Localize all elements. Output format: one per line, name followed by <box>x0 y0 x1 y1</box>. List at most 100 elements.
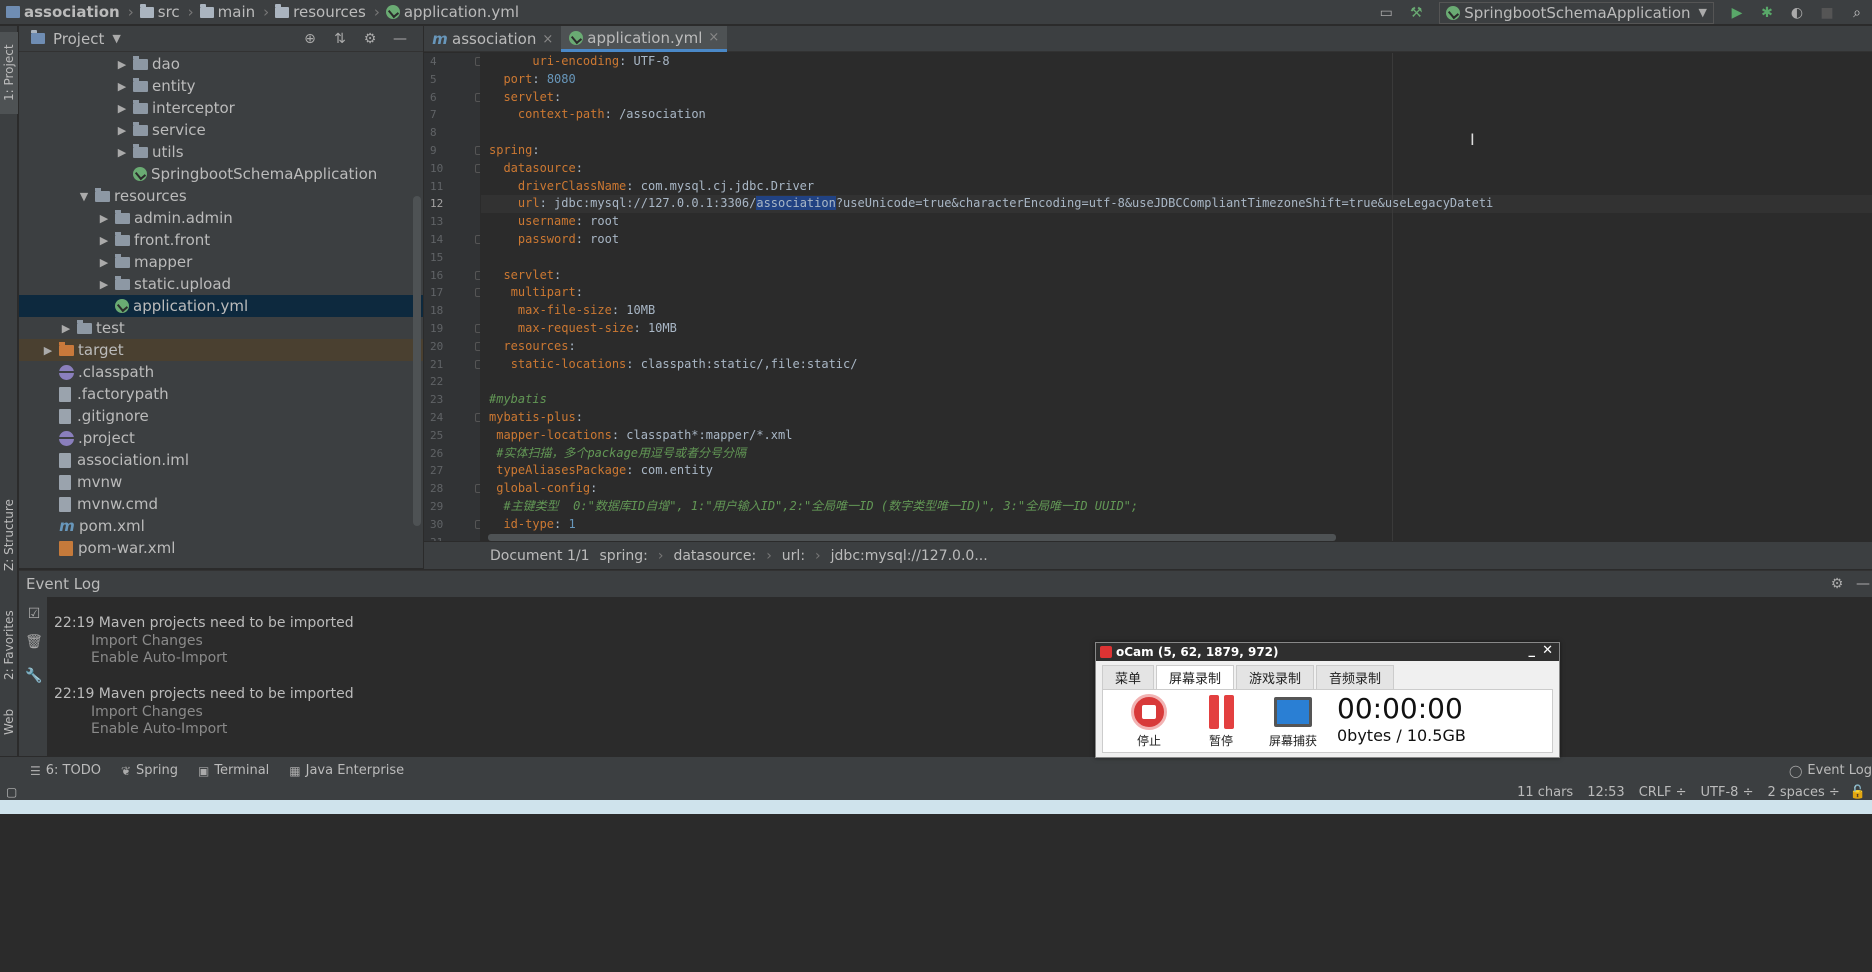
breadcrumb-url-value[interactable]: jdbc:mysql://127.0.0... <box>831 548 988 564</box>
tab-structure[interactable]: Z: Structure <box>0 494 18 576</box>
tree-item[interactable]: SpringbootSchemaApplication <box>19 163 423 185</box>
lock-icon[interactable]: 🔓 <box>1850 785 1866 800</box>
chevron-down-icon[interactable]: ▼ <box>77 190 91 203</box>
spring-tab[interactable]: ❦ Spring <box>121 763 178 778</box>
tree-item[interactable]: .classpath <box>19 361 423 383</box>
tree-item[interactable]: application.yml <box>19 295 423 317</box>
ocam-tab-audio-record[interactable]: 音频录制 <box>1316 665 1395 689</box>
tree-item[interactable]: pom-war.xml <box>19 537 423 559</box>
chevron-right-icon[interactable]: ▶ <box>115 102 129 115</box>
tab-application-yml[interactable]: application.yml × <box>561 26 728 52</box>
tab-association[interactable]: m association × <box>424 26 561 52</box>
close-icon[interactable]: × <box>542 32 553 47</box>
fold-marker-icon[interactable] <box>475 234 480 244</box>
window-icon[interactable]: ▭ <box>1374 2 1398 24</box>
status-toggle-icon[interactable]: ▢ <box>6 785 17 799</box>
indent-setting[interactable]: 2 spaces ÷ <box>1767 785 1839 800</box>
import-changes-link[interactable]: Import Changes <box>54 704 354 721</box>
mark-read-icon[interactable]: ☑ <box>22 603 46 625</box>
ocam-tab-screen-record[interactable]: 屏幕录制 <box>1156 665 1235 689</box>
tree-item[interactable]: ▶ target <box>19 339 423 361</box>
tab-favorites[interactable]: 2: Favorites <box>0 604 18 686</box>
minimize-icon[interactable]: _ <box>1529 643 1536 658</box>
wrench-icon[interactable]: 🔧 <box>22 665 46 687</box>
run-icon[interactable]: ▶ <box>1725 2 1749 24</box>
minimize-icon[interactable]: — <box>1851 573 1872 595</box>
ocam-tab-menu[interactable]: 菜单 <box>1102 665 1155 689</box>
enable-auto-import-link[interactable]: Enable Auto-Import <box>54 650 354 667</box>
tree-item[interactable]: mvnw.cmd <box>19 493 423 515</box>
tree-item[interactable]: .factorypath <box>19 383 423 405</box>
chevron-right-icon[interactable]: ▶ <box>97 234 111 247</box>
chevron-right-icon[interactable]: ▶ <box>59 322 73 335</box>
fold-marker-icon[interactable] <box>475 341 480 351</box>
terminal-tab[interactable]: ▣ Terminal <box>198 763 269 778</box>
tree-item[interactable]: ▶ interceptor <box>19 97 423 119</box>
coverage-icon[interactable]: ◐ <box>1785 2 1809 24</box>
fold-marker-icon[interactable] <box>475 270 480 280</box>
minimize-icon[interactable]: — <box>388 28 412 50</box>
tree-item[interactable]: m pom.xml <box>19 515 423 537</box>
event-log-tab[interactable]: ◯ Event Log <box>1789 763 1872 778</box>
tree-item[interactable]: ▶ admin.admin <box>19 207 423 229</box>
line-separator[interactable]: CRLF ÷ <box>1639 785 1687 800</box>
code-editor[interactable]: uri-encoding: UTF-8 port: 8080 servlet: … <box>481 53 1872 541</box>
fold-marker-icon[interactable] <box>475 519 480 529</box>
tree-item[interactable]: mvnw <box>19 471 423 493</box>
ocam-tab-game-record[interactable]: 游戏录制 <box>1236 665 1315 689</box>
breadcrumb-src[interactable]: › src <box>126 3 180 21</box>
gear-icon[interactable]: ⚙ <box>358 28 382 50</box>
close-icon[interactable]: × <box>708 30 719 45</box>
java-enterprise-tab[interactable]: ▦ Java Enterprise <box>289 763 404 778</box>
breadcrumb-url[interactable]: url: <box>782 548 805 564</box>
fold-marker-icon[interactable] <box>475 412 480 422</box>
fold-marker-icon[interactable] <box>475 359 480 369</box>
chevron-right-icon[interactable]: ▶ <box>97 212 111 225</box>
tree-item[interactable]: ▶ dao <box>19 53 423 75</box>
breadcrumb-main[interactable]: › main <box>186 3 255 21</box>
collapse-all-icon[interactable]: ⇅ <box>328 28 352 50</box>
breadcrumb-resources[interactable]: › resources <box>261 3 366 21</box>
ocam-stop-button[interactable]: 停止 <box>1119 692 1179 749</box>
close-icon[interactable]: ✕ <box>1542 643 1553 658</box>
breadcrumb-file[interactable]: › application.yml <box>372 3 519 21</box>
tab-web[interactable]: Web <box>0 702 18 742</box>
ocam-capture-button[interactable]: 屏幕捕获 <box>1263 692 1323 749</box>
enable-auto-import-link[interactable]: Enable Auto-Import <box>54 721 354 738</box>
caret-position[interactable]: 12:53 <box>1587 785 1624 800</box>
breadcrumb-spring[interactable]: spring: <box>600 548 648 564</box>
stop-icon[interactable]: ■ <box>1815 2 1839 24</box>
tab-project[interactable]: 1: Project <box>0 32 18 114</box>
chevron-right-icon[interactable]: ▶ <box>115 124 129 137</box>
run-configuration-select[interactable]: SpringbootSchemaApplication ▼ <box>1439 1 1714 24</box>
gear-icon[interactable]: ⚙ <box>1825 573 1849 595</box>
chevron-right-icon[interactable]: ▶ <box>41 344 55 357</box>
fold-marker-icon[interactable] <box>475 145 480 155</box>
import-changes-link[interactable]: Import Changes <box>54 633 354 650</box>
search-icon[interactable]: ⌕ <box>1845 2 1869 24</box>
ocam-pause-button[interactable]: 暂停 <box>1191 692 1251 749</box>
trash-icon[interactable]: 🗑 <box>22 631 46 653</box>
tree-item[interactable]: ▶ service <box>19 119 423 141</box>
todo-tab[interactable]: ☰ 6: TODO <box>30 763 101 778</box>
locate-icon[interactable]: ⊕ <box>298 28 322 50</box>
chevron-right-icon[interactable]: ▶ <box>115 80 129 93</box>
fold-marker-icon[interactable] <box>475 92 480 102</box>
breadcrumb-datasource[interactable]: datasource: <box>673 548 756 564</box>
tree-item[interactable]: ▶ static.upload <box>19 273 423 295</box>
fold-marker-icon[interactable] <box>475 484 480 494</box>
horizontal-scrollbar[interactable] <box>488 534 1336 541</box>
ocam-titlebar[interactable]: oCam (5, 62, 1879, 972) _ ✕ <box>1096 643 1559 661</box>
tree-item[interactable]: association.iml <box>19 449 423 471</box>
tree-item[interactable]: ▶ entity <box>19 75 423 97</box>
breadcrumb-project[interactable]: association <box>6 3 120 21</box>
fold-marker-icon[interactable] <box>475 323 480 333</box>
fold-marker-icon[interactable] <box>475 57 480 66</box>
tree-item[interactable]: ▶ front.front <box>19 229 423 251</box>
fold-marker-icon[interactable] <box>475 288 480 298</box>
chevron-right-icon[interactable]: ▶ <box>97 256 111 269</box>
file-encoding[interactable]: UTF-8 ÷ <box>1701 785 1754 800</box>
tree-item[interactable]: ▶ test <box>19 317 423 339</box>
tree-item[interactable]: ▼ resources <box>19 185 423 207</box>
chevron-right-icon[interactable]: ▶ <box>115 58 129 71</box>
